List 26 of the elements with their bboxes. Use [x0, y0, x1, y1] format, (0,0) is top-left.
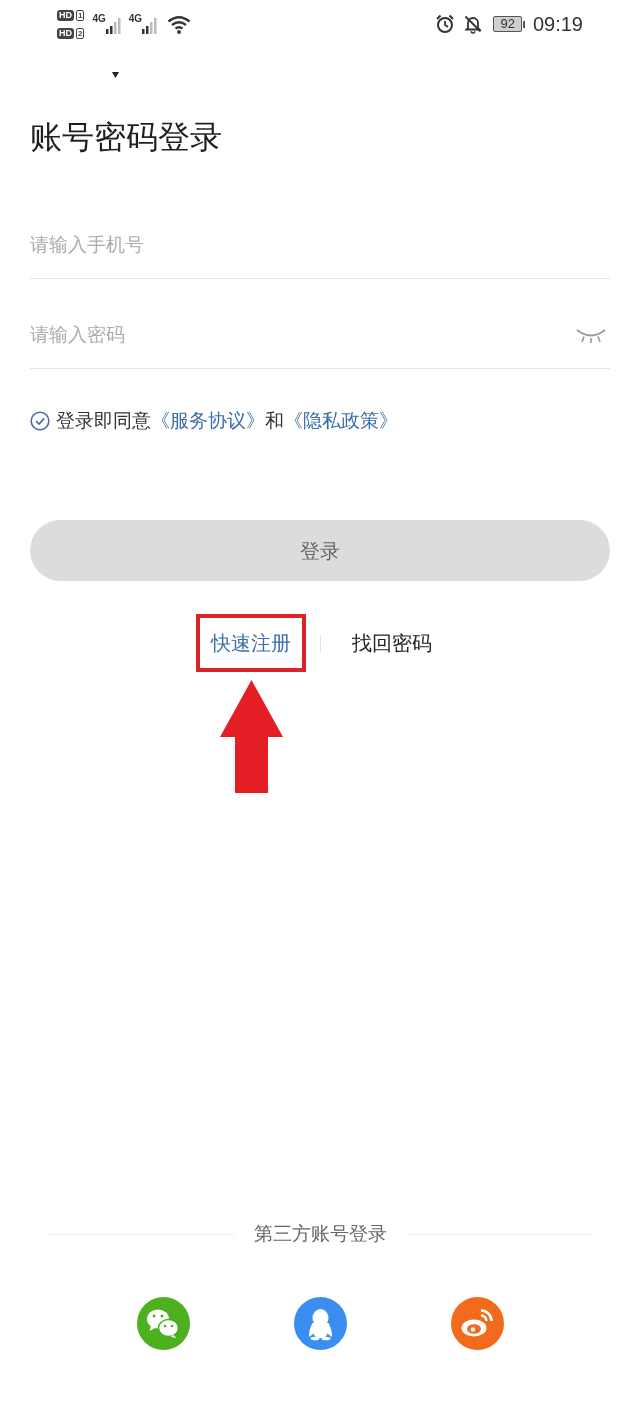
caret-icon: [112, 72, 119, 78]
document-link[interactable]: 《服务协议》: [151, 410, 265, 431]
chat-bubbles-icon[interactable]: [136, 1297, 190, 1350]
battery-indicator: 92: [493, 16, 525, 32]
swirl-eye-icon[interactable]: [450, 1297, 504, 1350]
hd-badge: HD: [57, 27, 74, 39]
penguin-icon[interactable]: [293, 1297, 347, 1350]
signal-bars-icon: [142, 18, 158, 34]
page-title: 账号密码登录: [30, 118, 223, 157]
agreement-text: 登录即同意《服务协议》和《隐私政策》: [56, 409, 398, 433]
network-type-label: 4G: [92, 14, 106, 24]
wifi-icon: [167, 14, 192, 34]
document-link[interactable]: 《隐私政策》: [284, 410, 398, 431]
check-circle-icon[interactable]: [30, 411, 50, 431]
status-time: 09:19: [532, 12, 583, 36]
signal-bars-icon: [105, 18, 121, 34]
sim-slot-number: 2: [76, 27, 85, 39]
recover-password-link[interactable]: 找回密码: [352, 631, 432, 655]
hd-badge: HD: [57, 9, 74, 21]
phone-field[interactable]: 请输入手机号: [30, 230, 610, 260]
section-title: 第三方账号登录: [253, 1222, 387, 1246]
eye-closed-icon[interactable]: [576, 327, 606, 343]
register-link[interactable]: 快速注册: [211, 631, 291, 655]
sim-slot-number: 1: [76, 9, 85, 21]
network-type-label: 4G: [128, 14, 143, 24]
password-field[interactable]: 请输入密码: [30, 320, 576, 350]
